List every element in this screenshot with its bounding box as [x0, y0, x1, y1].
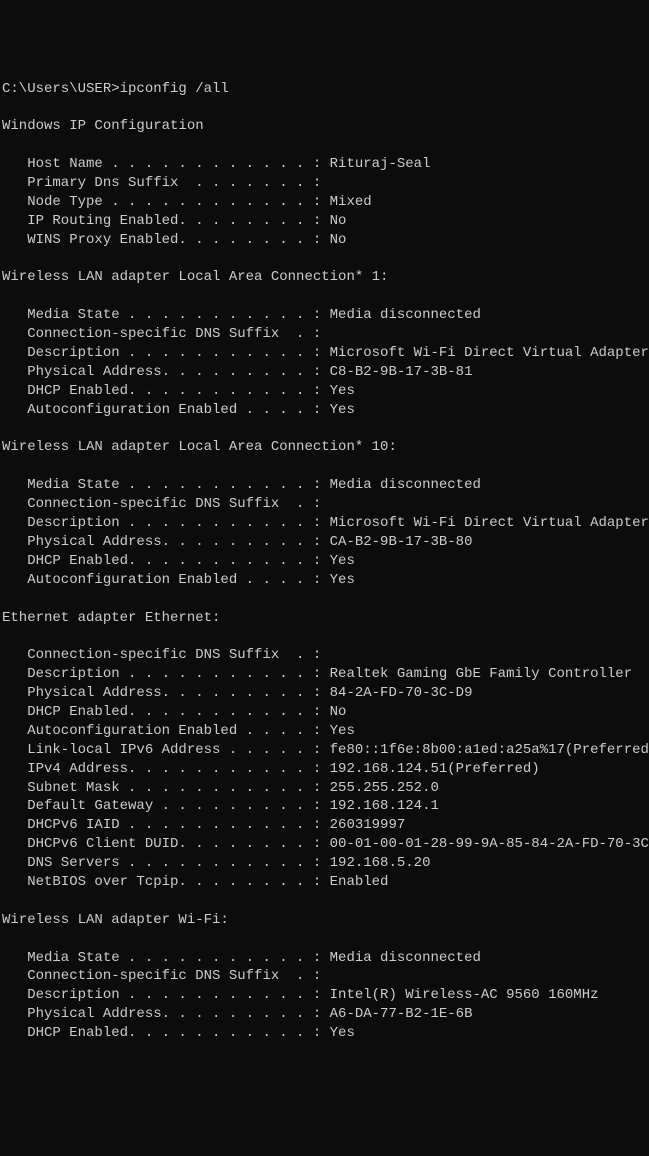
adapter-entry: Autoconfiguration Enabled . . . . : Yes [2, 401, 647, 420]
host-config-entry: IP Routing Enabled. . . . . . . . : No [2, 212, 647, 231]
adapter-entry: DHCPv6 IAID . . . . . . . . . . . : 2603… [2, 816, 647, 835]
adapter-entry: DNS Servers . . . . . . . . . . . : 192.… [2, 854, 647, 873]
terminal-output[interactable]: C:\Users\USER>ipconfig /all Windows IP C… [2, 80, 647, 1062]
adapter-entry: Description . . . . . . . . . . . : Micr… [2, 514, 647, 533]
blank-line [2, 420, 647, 439]
blank-line [2, 250, 647, 269]
blank-line [2, 930, 647, 949]
adapter-entry: Connection-specific DNS Suffix . : [2, 325, 647, 344]
ip-config-header: Windows IP Configuration [2, 117, 647, 136]
blank-line [2, 457, 647, 476]
adapter-title: Wireless LAN adapter Local Area Connecti… [2, 268, 647, 287]
adapter-entry: Connection-specific DNS Suffix . : [2, 495, 647, 514]
adapter-entry: Connection-specific DNS Suffix . : [2, 646, 647, 665]
adapter-entry: Autoconfiguration Enabled . . . . : Yes [2, 571, 647, 590]
adapter-entry: DHCP Enabled. . . . . . . . . . . : No [2, 703, 647, 722]
blank-line [2, 287, 647, 306]
blank-line [2, 627, 647, 646]
adapter-entry: Media State . . . . . . . . . . . : Medi… [2, 949, 647, 968]
command-prompt-line: C:\Users\USER>ipconfig /all [2, 80, 647, 99]
host-config-entry: Node Type . . . . . . . . . . . . : Mixe… [2, 193, 647, 212]
host-config-entry: Primary Dns Suffix . . . . . . . : [2, 174, 647, 193]
blank-line [2, 892, 647, 911]
adapter-entry: Default Gateway . . . . . . . . . : 192.… [2, 797, 647, 816]
blank-line [2, 98, 647, 117]
adapter-title: Wireless LAN adapter Local Area Connecti… [2, 438, 647, 457]
adapter-entry: Media State . . . . . . . . . . . : Medi… [2, 476, 647, 495]
adapter-entry: Description . . . . . . . . . . . : Micr… [2, 344, 647, 363]
adapter-entry: DHCP Enabled. . . . . . . . . . . : Yes [2, 552, 647, 571]
adapter-entry: Autoconfiguration Enabled . . . . : Yes [2, 722, 647, 741]
blank-line [2, 136, 647, 155]
adapter-entry: DHCPv6 Client DUID. . . . . . . . : 00-0… [2, 835, 647, 854]
adapter-entry: Media State . . . . . . . . . . . : Medi… [2, 306, 647, 325]
adapter-title: Ethernet adapter Ethernet: [2, 609, 647, 628]
adapter-entry: Physical Address. . . . . . . . . : 84-2… [2, 684, 647, 703]
adapter-entry: Description . . . . . . . . . . . : Real… [2, 665, 647, 684]
adapter-entry: IPv4 Address. . . . . . . . . . . : 192.… [2, 760, 647, 779]
adapter-entry: Physical Address. . . . . . . . . : CA-B… [2, 533, 647, 552]
adapter-entry: Connection-specific DNS Suffix . : [2, 967, 647, 986]
adapter-title: Wireless LAN adapter Wi-Fi: [2, 911, 647, 930]
blank-line [2, 590, 647, 609]
adapter-entry: NetBIOS over Tcpip. . . . . . . . : Enab… [2, 873, 647, 892]
host-config-entry: Host Name . . . . . . . . . . . . : Ritu… [2, 155, 647, 174]
adapter-entry: Physical Address. . . . . . . . . : A6-D… [2, 1005, 647, 1024]
adapter-entry: Link-local IPv6 Address . . . . . : fe80… [2, 741, 647, 760]
adapter-entry: DHCP Enabled. . . . . . . . . . . : Yes [2, 1024, 647, 1043]
adapter-entry: Physical Address. . . . . . . . . : C8-B… [2, 363, 647, 382]
adapter-entry: DHCP Enabled. . . . . . . . . . . : Yes [2, 382, 647, 401]
blank-line [2, 1043, 647, 1062]
host-config-entry: WINS Proxy Enabled. . . . . . . . : No [2, 231, 647, 250]
adapter-entry: Subnet Mask . . . . . . . . . . . : 255.… [2, 779, 647, 798]
adapter-entry: Description . . . . . . . . . . . : Inte… [2, 986, 647, 1005]
